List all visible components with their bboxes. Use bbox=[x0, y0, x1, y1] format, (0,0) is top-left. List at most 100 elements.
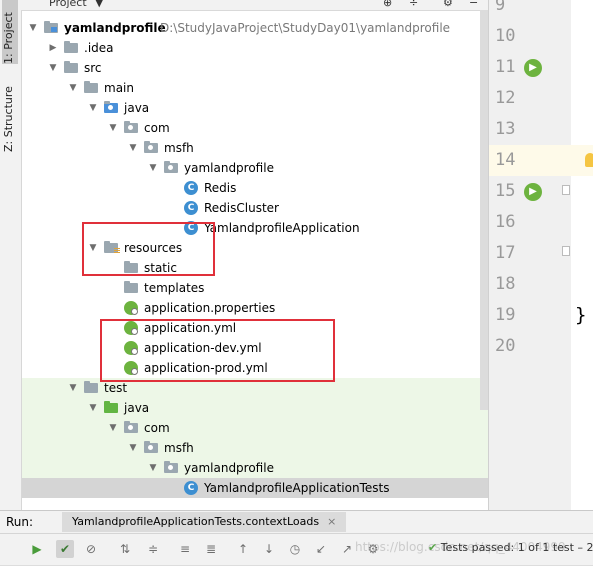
line-number: 17 bbox=[495, 243, 516, 263]
gear-icon[interactable]: ⚙ bbox=[443, 0, 453, 9]
lightbulb-icon[interactable] bbox=[585, 153, 593, 167]
project-header-title[interactable]: Project bbox=[49, 0, 87, 9]
tree-item[interactable]: ▼ msfh bbox=[22, 438, 488, 458]
tree-item[interactable]: ▼ test bbox=[22, 378, 488, 398]
test-source-folder-icon bbox=[104, 401, 118, 413]
previous-icon[interactable]: ↑ bbox=[234, 540, 252, 558]
folder-icon bbox=[64, 61, 78, 73]
editor-line[interactable]: 16 bbox=[489, 207, 593, 238]
expand-all-icon[interactable]: ≡ bbox=[176, 540, 194, 558]
tree-item[interactable]: ▼ src bbox=[22, 58, 488, 78]
source-folder-icon bbox=[104, 101, 118, 113]
chevron-down-icon[interactable]: ▼ bbox=[128, 438, 138, 458]
tree-item[interactable]: application-dev.yml bbox=[22, 338, 488, 358]
editor-line[interactable]: 12 bbox=[489, 83, 593, 114]
tree-item-label: yamlandprofile bbox=[184, 461, 274, 475]
editor-line[interactable]: 11 ▶ bbox=[489, 52, 593, 83]
tree-scrollbar[interactable] bbox=[480, 10, 488, 410]
tree-item[interactable]: C RedisCluster bbox=[22, 198, 488, 218]
editor-line[interactable]: 14 bbox=[489, 145, 593, 176]
chevron-down-icon[interactable]: ▼ bbox=[68, 78, 78, 98]
chevron-down-icon[interactable]: ▼ bbox=[48, 58, 58, 78]
line-number: 16 bbox=[495, 212, 516, 232]
tree-item[interactable]: C YamlandprofileApplication bbox=[22, 218, 488, 238]
line-number: 9 bbox=[495, 0, 506, 15]
chevron-down-icon[interactable]: ▼ bbox=[95, 0, 103, 9]
chevron-down-icon[interactable]: ▼ bbox=[148, 458, 158, 478]
editor-line[interactable]: 13 bbox=[489, 114, 593, 145]
line-number: 13 bbox=[495, 119, 516, 139]
spring-config-icon bbox=[124, 361, 138, 375]
editor-line[interactable]: 20 bbox=[489, 331, 593, 362]
history-icon[interactable]: ◷ bbox=[286, 540, 304, 558]
structure-tool-tab[interactable]: Z: Structure bbox=[2, 86, 15, 152]
sort-duration-icon[interactable]: ≑ bbox=[144, 540, 162, 558]
line-number: 19 bbox=[495, 305, 516, 325]
editor-line[interactable]: 18 bbox=[489, 269, 593, 300]
status-suffix: – 204 bbox=[577, 541, 593, 554]
tree-item[interactable]: application.yml bbox=[22, 318, 488, 338]
tree-item-label: com bbox=[144, 121, 170, 135]
show-passed-icon[interactable]: ✔ bbox=[56, 540, 74, 558]
editor-line[interactable]: 15 ▶ bbox=[489, 176, 593, 207]
tree-item-label: com bbox=[144, 421, 170, 435]
editor-line[interactable]: 19} bbox=[489, 300, 593, 331]
chevron-down-icon[interactable]: ▼ bbox=[88, 98, 98, 118]
chevron-down-icon[interactable]: ▼ bbox=[108, 118, 118, 138]
module-path: D:\StudyJavaProject\StudyDay01\yamlandpr… bbox=[160, 21, 451, 35]
run-icon[interactable]: ▶ bbox=[524, 183, 542, 201]
run-icon[interactable]: ▶ bbox=[524, 59, 542, 77]
hide-icon[interactable]: − bbox=[469, 0, 478, 9]
tree-item[interactable]: ▼ java bbox=[22, 98, 488, 118]
run-config-tab[interactable]: YamlandprofileApplicationTests.contextLo… bbox=[62, 512, 347, 532]
tree-item[interactable]: ▼ msfh bbox=[22, 138, 488, 158]
tree-item[interactable]: ▼ java bbox=[22, 398, 488, 418]
collapse-all-icon[interactable]: ≣ bbox=[202, 540, 220, 558]
tree-item[interactable]: templates bbox=[22, 278, 488, 298]
next-icon[interactable]: ↓ bbox=[260, 540, 278, 558]
sort-alpha-icon[interactable]: ⇅ bbox=[116, 540, 134, 558]
tree-item[interactable]: application.properties bbox=[22, 298, 488, 318]
class-icon: C bbox=[184, 201, 198, 215]
editor-line[interactable]: 9 bbox=[489, 0, 593, 21]
locate-icon[interactable]: ⊕ bbox=[383, 0, 392, 9]
tree-item[interactable]: C Redis bbox=[22, 178, 488, 198]
tree-item[interactable]: ▼ yamlandprofile D:\StudyJavaProject\Study… bbox=[22, 18, 488, 38]
collapse-icon[interactable]: ÷ bbox=[409, 0, 418, 9]
chevron-down-icon[interactable]: ▼ bbox=[108, 418, 118, 438]
chevron-down-icon[interactable]: ▼ bbox=[148, 158, 158, 178]
run-panel: Run: YamlandprofileApplicationTests.cont… bbox=[0, 510, 593, 573]
show-ignored-icon[interactable]: ⊘ bbox=[82, 540, 100, 558]
tree-item-label: yamlandprofile bbox=[184, 161, 274, 175]
editor-line[interactable]: 10 bbox=[489, 21, 593, 52]
chevron-down-icon[interactable]: ▼ bbox=[128, 138, 138, 158]
fold-marker-icon[interactable] bbox=[562, 185, 570, 195]
tree-item[interactable]: ▼ yamlandprofile bbox=[22, 158, 488, 178]
tree-item[interactable]: ▼ com bbox=[22, 418, 488, 438]
tree-item[interactable]: application-prod.yml bbox=[22, 358, 488, 378]
fold-marker-icon[interactable] bbox=[562, 246, 570, 256]
chevron-right-icon[interactable]: ▶ bbox=[48, 38, 58, 58]
close-icon[interactable]: × bbox=[327, 515, 336, 528]
project-tool-tab[interactable]: 1: Project bbox=[2, 0, 18, 64]
export-icon[interactable]: ↗ bbox=[338, 540, 356, 558]
rerun-icon[interactable]: ▶ bbox=[28, 540, 46, 558]
folder-icon bbox=[84, 381, 98, 393]
folder-icon bbox=[84, 81, 98, 93]
tree-item[interactable]: ▼ resources bbox=[22, 238, 488, 258]
chevron-down-icon[interactable]: ▼ bbox=[88, 398, 98, 418]
tree-item[interactable]: C YamlandprofileApplicationTests bbox=[22, 478, 488, 498]
run-tab-bar: Run: YamlandprofileApplicationTests.cont… bbox=[0, 511, 593, 534]
tree-item[interactable]: ▶ .idea bbox=[22, 38, 488, 58]
chevron-down-icon[interactable]: ▼ bbox=[28, 18, 38, 38]
tree-item[interactable]: ▼ com bbox=[22, 118, 488, 138]
resources-folder-icon bbox=[104, 241, 120, 253]
tree-item[interactable]: ▼ yamlandprofile bbox=[22, 458, 488, 478]
chevron-down-icon[interactable]: ▼ bbox=[68, 378, 78, 398]
import-icon[interactable]: ↙ bbox=[312, 540, 330, 558]
editor-line[interactable]: 17 bbox=[489, 238, 593, 269]
code-editor[interactable]: 9 10 11 ▶ 12 13 14 15 ▶ 16 17 18 19} 20 bbox=[489, 0, 593, 510]
tree-item[interactable]: ▼ main bbox=[22, 78, 488, 98]
tree-item[interactable]: static bbox=[22, 258, 488, 278]
chevron-down-icon[interactable]: ▼ bbox=[88, 238, 98, 258]
